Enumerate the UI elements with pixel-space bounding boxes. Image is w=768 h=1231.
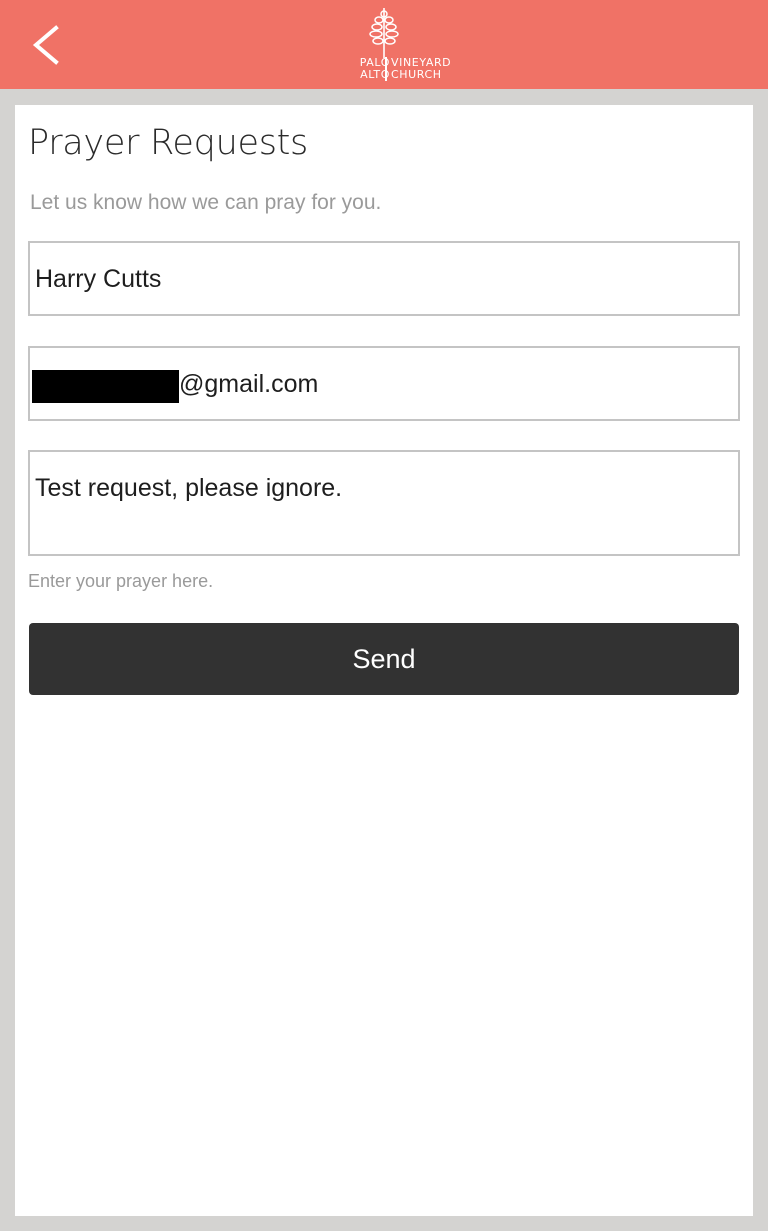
chevron-left-icon — [32, 25, 59, 65]
name-field-value: Harry Cutts — [35, 265, 162, 293]
logo-divider — [385, 57, 387, 81]
prayer-textarea-value: Test request, please ignore. — [35, 474, 343, 502]
name-field[interactable]: Harry Cutts — [28, 241, 740, 316]
church-logo: PALO ALTO VINEYARD CHURCH — [338, 8, 458, 84]
tree-icon — [369, 8, 399, 58]
page-title: Prayer Requests — [28, 123, 308, 163]
prayer-hint: Enter your prayer here. — [28, 571, 214, 591]
email-field[interactable]: @gmail.com — [28, 346, 740, 421]
page-subtitle: Let us know how we can pray for you. — [30, 191, 382, 214]
back-button[interactable] — [22, 18, 74, 70]
redacted-email-username — [32, 370, 179, 403]
logo-word-church: CHURCH — [391, 68, 442, 81]
app-header: PALO ALTO VINEYARD CHURCH — [0, 0, 768, 89]
prayer-request-card: Prayer Requests Let us know how we can p… — [15, 105, 753, 1216]
prayer-textarea[interactable]: Test request, please ignore. — [28, 450, 740, 556]
send-button[interactable]: Send — [29, 623, 739, 695]
email-field-value: @gmail.com — [179, 370, 319, 398]
